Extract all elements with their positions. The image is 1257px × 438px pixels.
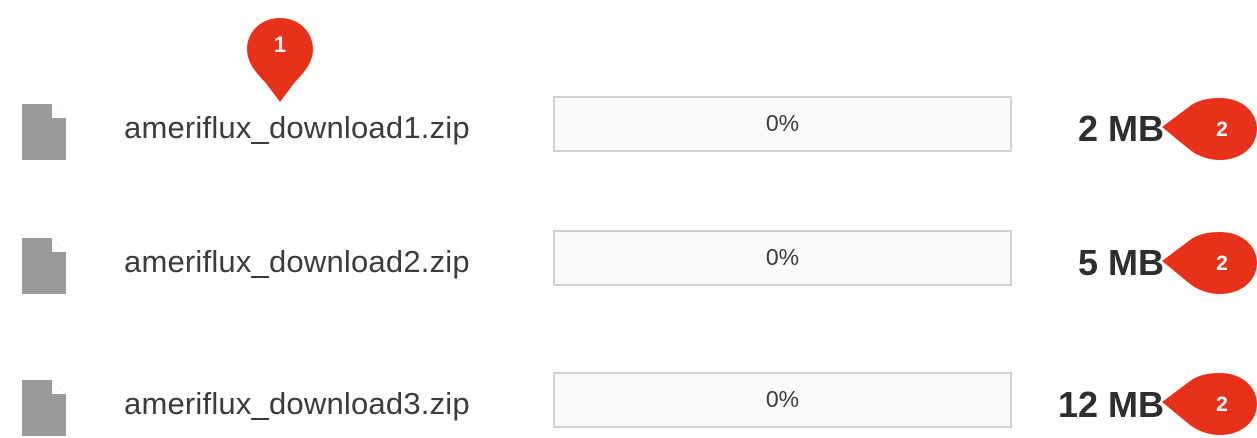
download-row: ameriflux_download2.zip 0% 5 MB bbox=[0, 230, 1257, 294]
progress-bar: 0% bbox=[553, 230, 1012, 286]
callout-marker-2: 2 bbox=[1160, 373, 1257, 435]
callout-marker-1: 1 bbox=[245, 16, 315, 104]
callout-label: 2 bbox=[1216, 252, 1228, 275]
callout-label: 1 bbox=[274, 32, 286, 57]
callout-label: 2 bbox=[1216, 118, 1228, 141]
progress-percent: 0% bbox=[765, 386, 800, 412]
file-icon bbox=[22, 380, 66, 436]
download-row: ameriflux_download1.zip 0% 2 MB bbox=[0, 96, 1257, 160]
progress-bar: 0% bbox=[553, 372, 1012, 428]
callout-label: 2 bbox=[1216, 393, 1228, 416]
progress-percent: 0% bbox=[765, 110, 800, 136]
file-size: 12 MB bbox=[1057, 384, 1164, 425]
file-size: 2 MB bbox=[1077, 108, 1164, 149]
callout-marker-2: 2 bbox=[1160, 98, 1257, 160]
file-icon bbox=[22, 238, 66, 294]
file-name: ameriflux_download3.zip bbox=[124, 386, 470, 421]
file-name: ameriflux_download2.zip bbox=[124, 244, 470, 279]
file-name: ameriflux_download1.zip bbox=[124, 110, 470, 145]
file-size: 5 MB bbox=[1077, 242, 1164, 283]
callout-marker-2: 2 bbox=[1160, 232, 1257, 294]
download-list: ameriflux_download1.zip 0% 2 MB ameriflu… bbox=[0, 0, 1257, 438]
download-row: ameriflux_download3.zip 0% 12 MB bbox=[0, 372, 1257, 436]
progress-bar: 0% bbox=[553, 96, 1012, 152]
progress-percent: 0% bbox=[765, 244, 800, 270]
file-icon bbox=[22, 104, 66, 160]
